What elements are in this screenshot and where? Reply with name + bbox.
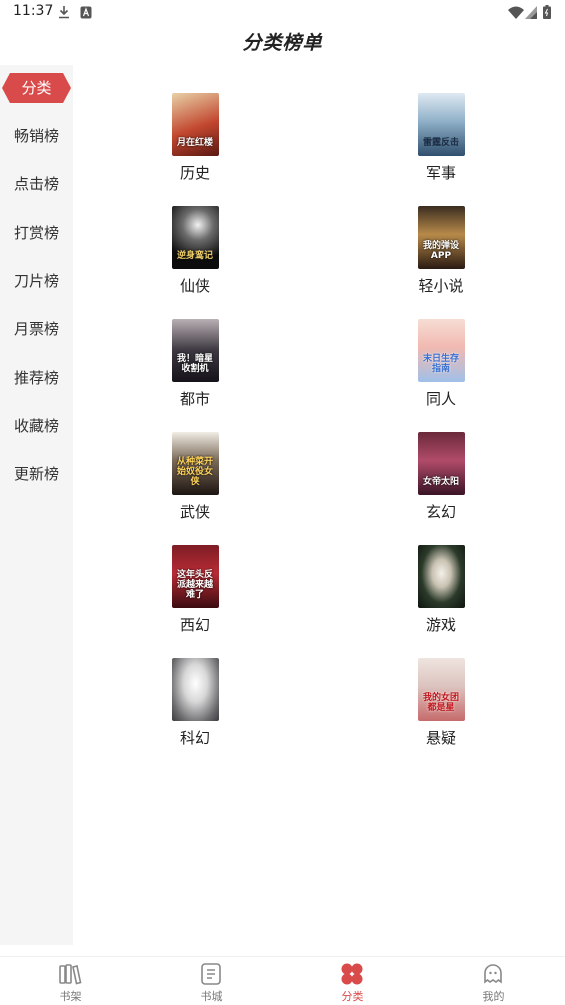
category-urban[interactable]: 我！暗星收割机 都市 bbox=[135, 319, 255, 409]
nav-label: 分类 bbox=[341, 990, 364, 1003]
sidebar-item-tips[interactable]: 打赏榜 bbox=[0, 218, 73, 248]
sidebar-item-blades[interactable]: 刀片榜 bbox=[0, 266, 73, 296]
category-label: 历史 bbox=[179, 164, 210, 182]
nav-bookstore[interactable]: 书城 bbox=[141, 957, 282, 1005]
sidebar-item-monthly-votes[interactable]: 月票榜 bbox=[0, 314, 73, 344]
a-icon bbox=[80, 4, 92, 23]
sidebar-item-category[interactable]: 分类 bbox=[0, 73, 73, 103]
category-sci-fi[interactable]: 科幻 bbox=[135, 658, 255, 748]
book-cover: 我的弹设APP bbox=[417, 206, 465, 269]
sidebar-item-updates[interactable]: 更新榜 bbox=[0, 459, 73, 489]
book-cover: 月在红楼 bbox=[171, 93, 219, 156]
category-label: 轻小说 bbox=[418, 277, 464, 295]
nav-bookshelf[interactable]: 书架 bbox=[0, 957, 141, 1005]
category-label: 武侠 bbox=[179, 503, 210, 521]
book-cover: 女帝太阳 bbox=[417, 432, 465, 495]
nav-label: 书架 bbox=[59, 990, 82, 1003]
bottom-nav: 书架 书城 分类 我的 bbox=[0, 956, 565, 1005]
category-label: 西幻 bbox=[179, 616, 210, 634]
book-cover bbox=[171, 658, 219, 721]
category-label: 游戏 bbox=[425, 616, 456, 634]
category-fan-fiction[interactable]: 末日生存指南 同人 bbox=[381, 319, 501, 409]
category-western-fantasy[interactable]: 这年头反派越来越难了 西幻 bbox=[135, 545, 255, 635]
nav-profile[interactable]: 我的 bbox=[423, 957, 564, 1005]
status-time: 11:37 bbox=[13, 3, 54, 19]
category-label: 仙侠 bbox=[179, 277, 210, 295]
nav-label: 我的 bbox=[482, 990, 505, 1003]
book-cover: 我！暗星收割机 bbox=[171, 319, 219, 382]
category-label: 悬疑 bbox=[425, 729, 456, 747]
book-cover: 雷霆反击 bbox=[417, 93, 465, 156]
sidebar-item-bestseller[interactable]: 畅销榜 bbox=[0, 121, 73, 151]
book-cover bbox=[417, 545, 465, 608]
sidebar-item-recommend[interactable]: 推荐榜 bbox=[0, 363, 73, 393]
page-title: 分类榜单 bbox=[242, 32, 323, 54]
battery-icon bbox=[543, 4, 551, 23]
category-wuxia[interactable]: 从种菜开始奴役女侠 武侠 bbox=[135, 432, 255, 522]
category-xianxia[interactable]: 逆身鸾记 仙侠 bbox=[135, 206, 255, 296]
book-cover: 从种菜开始奴役女侠 bbox=[171, 432, 219, 495]
bookshelf-icon bbox=[58, 962, 82, 986]
profile-icon bbox=[481, 962, 505, 986]
status-bar: 11:37 bbox=[0, 0, 565, 24]
category-grid: 月在红楼 历史 雷霆反击 军事 逆身鸾记 仙侠 我的弹设APP 轻小说 我！暗星… bbox=[73, 65, 565, 945]
category-icon bbox=[340, 962, 364, 986]
book-cover: 这年头反派越来越难了 bbox=[171, 545, 219, 608]
category-label: 军事 bbox=[425, 164, 456, 182]
wifi-icon bbox=[508, 4, 524, 23]
download-icon bbox=[58, 4, 70, 23]
category-label: 科幻 bbox=[179, 729, 210, 747]
signal-icon bbox=[525, 4, 537, 23]
book-cover: 逆身鸾记 bbox=[171, 206, 219, 269]
nav-category[interactable]: 分类 bbox=[282, 957, 423, 1005]
category-xuanhuan[interactable]: 女帝太阳 玄幻 bbox=[381, 432, 501, 522]
category-label: 玄幻 bbox=[425, 503, 456, 521]
category-history[interactable]: 月在红楼 历史 bbox=[135, 93, 255, 183]
book-cover: 末日生存指南 bbox=[417, 319, 465, 382]
sidebar-item-clicks[interactable]: 点击榜 bbox=[0, 169, 73, 199]
sidebar-item-favorites[interactable]: 收藏榜 bbox=[0, 411, 73, 441]
book-cover: 我的女团都是星 bbox=[417, 658, 465, 721]
category-label: 同人 bbox=[425, 390, 456, 408]
bookstore-icon bbox=[199, 962, 223, 986]
nav-label: 书城 bbox=[200, 990, 223, 1003]
category-mystery[interactable]: 我的女团都是星 悬疑 bbox=[381, 658, 501, 748]
sidebar: 分类 畅销榜 点击榜 打赏榜 刀片榜 月票榜 推荐榜 收藏榜 更新榜 bbox=[0, 65, 73, 945]
category-game[interactable]: 游戏 bbox=[381, 545, 501, 635]
category-light-novel[interactable]: 我的弹设APP 轻小说 bbox=[381, 206, 501, 296]
category-label: 都市 bbox=[179, 390, 210, 408]
category-military[interactable]: 雷霆反击 军事 bbox=[381, 93, 501, 183]
